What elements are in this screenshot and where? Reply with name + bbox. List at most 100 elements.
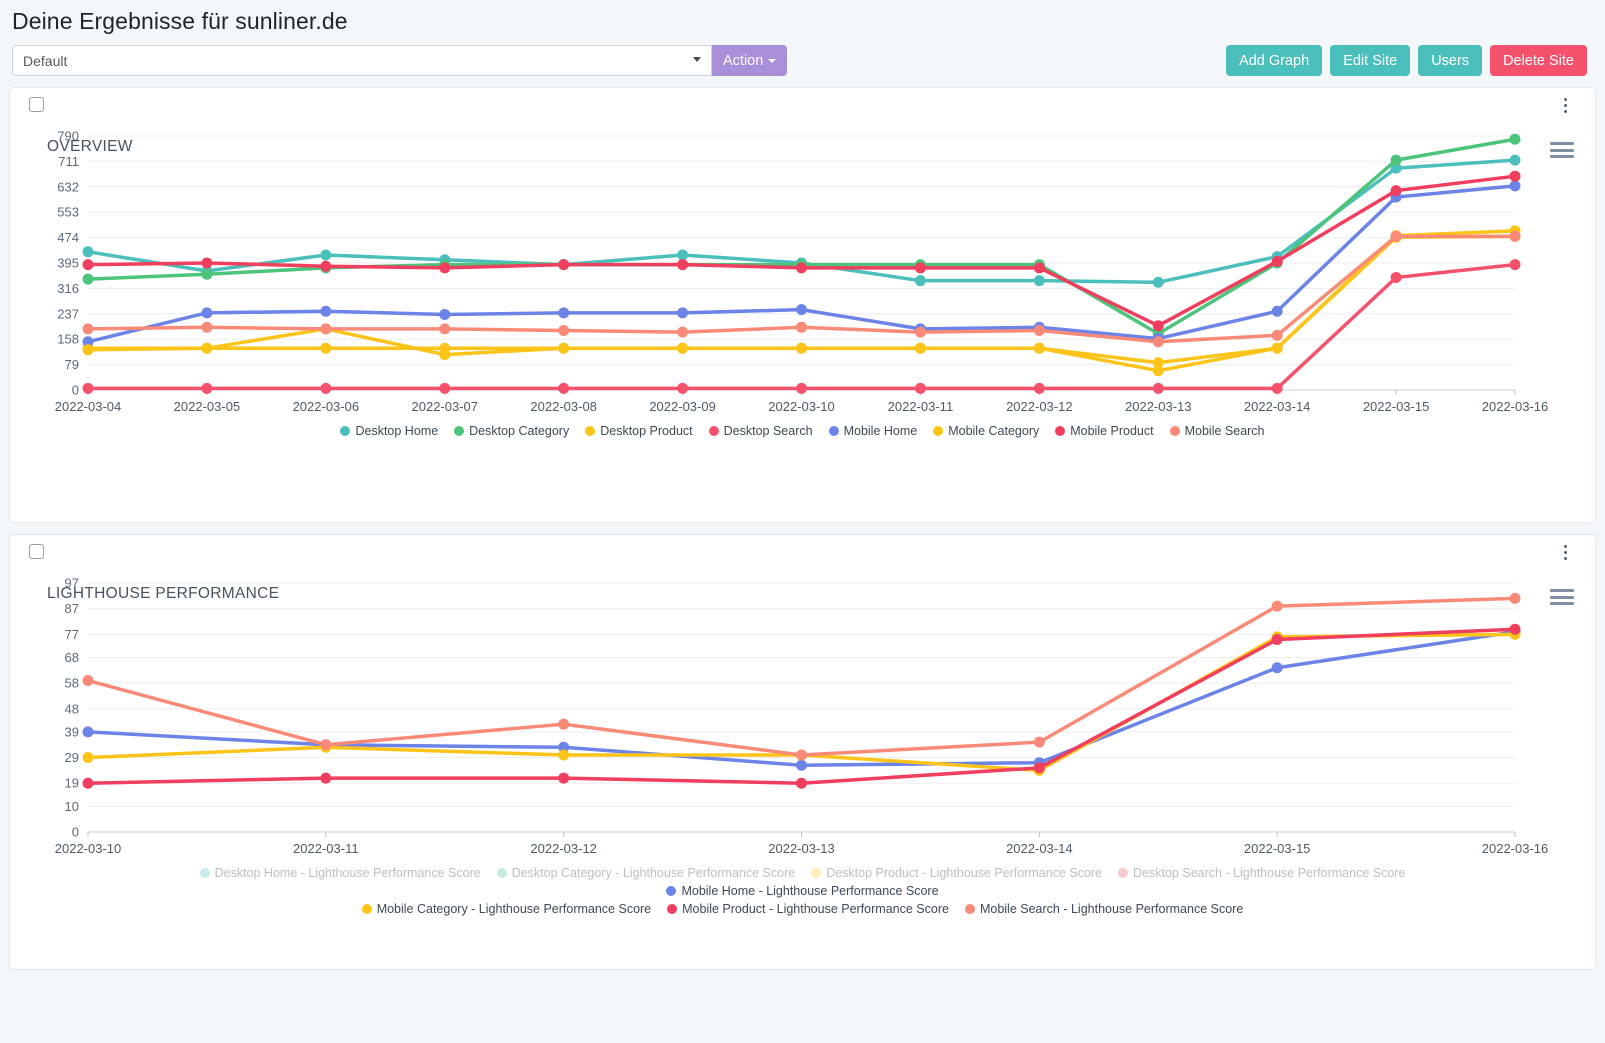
data-point[interactable] (1509, 259, 1521, 271)
data-point[interactable] (1033, 762, 1045, 774)
data-point[interactable] (1152, 357, 1164, 369)
data-point[interactable] (1509, 154, 1521, 166)
data-point[interactable] (1509, 180, 1521, 192)
data-point[interactable] (558, 307, 570, 319)
data-point[interactable] (320, 260, 332, 272)
data-point[interactable] (320, 739, 332, 751)
data-point[interactable] (677, 249, 689, 261)
data-point[interactable] (1390, 271, 1402, 283)
data-point[interactable] (82, 246, 94, 258)
data-point[interactable] (320, 305, 332, 317)
data-point[interactable] (914, 382, 926, 394)
card-menu-button[interactable] (1557, 542, 1573, 562)
data-point[interactable] (201, 268, 213, 280)
data-point[interactable] (558, 259, 570, 271)
data-point[interactable] (1509, 230, 1521, 242)
data-point[interactable] (201, 257, 213, 269)
legend-item[interactable]: Mobile Product - Lighthouse Performance … (667, 902, 949, 916)
data-point[interactable] (914, 326, 926, 338)
data-point[interactable] (914, 275, 926, 287)
site-select[interactable]: Default (12, 45, 712, 76)
data-point[interactable] (1390, 230, 1402, 242)
data-point[interactable] (677, 259, 689, 271)
data-point[interactable] (439, 308, 451, 320)
data-point[interactable] (82, 382, 94, 394)
data-point[interactable] (1033, 262, 1045, 274)
data-point[interactable] (82, 273, 94, 285)
legend-item[interactable]: Mobile Category - Lighthouse Performance… (361, 902, 651, 916)
delete-site-button[interactable]: Delete Site (1490, 45, 1587, 76)
data-point[interactable] (320, 772, 332, 784)
legend-item[interactable]: Mobile Search (1169, 424, 1265, 438)
data-point[interactable] (82, 726, 94, 738)
data-point[interactable] (82, 777, 94, 789)
legend-item[interactable]: Desktop Search (708, 424, 813, 438)
data-point[interactable] (1152, 382, 1164, 394)
legend-item[interactable]: Mobile Category (933, 424, 1039, 438)
legend-item[interactable]: Mobile Home (828, 424, 917, 438)
data-point[interactable] (1509, 133, 1521, 145)
data-point[interactable] (82, 752, 94, 764)
legend-item[interactable]: Mobile Home - Lighthouse Performance Sco… (666, 884, 939, 898)
data-point[interactable] (1152, 320, 1164, 332)
data-point[interactable] (1033, 736, 1045, 748)
data-point[interactable] (1271, 329, 1283, 341)
data-point[interactable] (201, 307, 213, 319)
card-select-checkbox[interactable] (29, 97, 44, 112)
data-point[interactable] (82, 323, 94, 335)
legend-item[interactable]: Desktop Home - Lighthouse Performance Sc… (199, 866, 481, 880)
data-point[interactable] (1271, 255, 1283, 267)
data-point[interactable] (201, 342, 213, 354)
data-point[interactable] (558, 772, 570, 784)
data-point[interactable] (1271, 342, 1283, 354)
data-point[interactable] (1152, 276, 1164, 288)
data-point[interactable] (914, 342, 926, 354)
data-point[interactable] (1033, 275, 1045, 287)
data-point[interactable] (558, 382, 570, 394)
legend-item[interactable]: Desktop Category - Lighthouse Performanc… (496, 866, 795, 880)
data-point[interactable] (677, 342, 689, 354)
data-point[interactable] (677, 382, 689, 394)
data-point[interactable] (1390, 154, 1402, 166)
data-point[interactable] (201, 382, 213, 394)
legend-item[interactable]: Desktop Product - Lighthouse Performance… (811, 866, 1102, 880)
data-point[interactable] (1390, 185, 1402, 197)
data-point[interactable] (82, 344, 94, 356)
data-point[interactable] (558, 718, 570, 730)
legend-item[interactable]: Mobile Product (1055, 424, 1154, 438)
data-point[interactable] (82, 259, 94, 271)
data-point[interactable] (439, 382, 451, 394)
legend-item[interactable]: Desktop Home (340, 424, 438, 438)
legend-item[interactable]: Desktop Product (585, 424, 693, 438)
data-point[interactable] (1271, 633, 1283, 645)
data-point[interactable] (558, 325, 570, 337)
data-point[interactable] (796, 304, 807, 316)
data-point[interactable] (1271, 305, 1283, 317)
data-point[interactable] (796, 749, 807, 761)
data-point[interactable] (201, 321, 213, 333)
data-point[interactable] (677, 326, 689, 338)
data-point[interactable] (677, 307, 689, 319)
data-point[interactable] (1271, 662, 1283, 674)
data-point[interactable] (796, 321, 807, 333)
data-point[interactable] (1509, 623, 1521, 635)
data-point[interactable] (796, 262, 807, 274)
data-point[interactable] (439, 323, 451, 335)
card-menu-button[interactable] (1557, 95, 1573, 115)
data-point[interactable] (439, 262, 451, 274)
legend-item[interactable]: Mobile Search - Lighthouse Performance S… (964, 902, 1243, 916)
data-point[interactable] (796, 777, 807, 789)
data-point[interactable] (914, 262, 926, 274)
edit-site-button[interactable]: Edit Site (1330, 45, 1411, 76)
data-point[interactable] (439, 342, 451, 354)
data-point[interactable] (1033, 342, 1045, 354)
add-graph-button[interactable]: Add Graph (1226, 45, 1323, 76)
data-point[interactable] (1033, 382, 1045, 394)
data-point[interactable] (1509, 592, 1521, 604)
data-point[interactable] (1509, 170, 1521, 182)
action-dropdown-button[interactable]: Action (712, 45, 788, 76)
data-point[interactable] (320, 342, 332, 354)
data-point[interactable] (796, 342, 807, 354)
data-point[interactable] (796, 382, 807, 394)
legend-item[interactable]: Desktop Search - Lighthouse Performance … (1118, 866, 1405, 880)
